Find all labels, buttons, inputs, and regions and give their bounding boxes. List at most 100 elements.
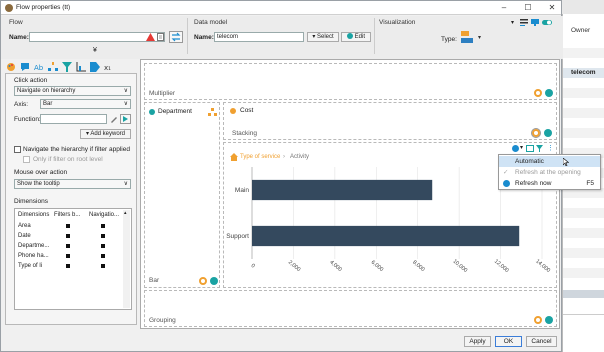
document-icon[interactable] — [157, 33, 164, 41]
department-dimension[interactable]: Department — [158, 108, 192, 115]
stacking-settings-ring-icon[interactable] — [531, 128, 541, 138]
x-tick-label: 2,000 — [287, 260, 301, 273]
minimize-button[interactable]: – — [497, 2, 511, 14]
menu-item-automatic[interactable]: Automatic — [499, 156, 600, 167]
bar[interactable] — [252, 225, 520, 247]
stacking-zone[interactable]: Cost Stacking — [223, 102, 557, 140]
refresh-dropdown-icon[interactable]: ▾ — [520, 144, 523, 151]
chevron-down-icon: ∨ — [123, 88, 128, 94]
flow-name-label: Name: — [9, 34, 29, 41]
table-header: Dimensions — [18, 212, 50, 218]
filter-check-mark[interactable] — [66, 244, 70, 248]
data-model-name-input[interactable]: telecom — [214, 32, 304, 42]
stacking-gear-icon[interactable] — [544, 129, 552, 137]
text-format-icon[interactable]: Ab — [34, 62, 44, 72]
stacking-label: Stacking — [232, 130, 257, 137]
grouping-settings-ring-icon[interactable] — [534, 316, 542, 324]
edit-model-label: Edit — [354, 34, 365, 40]
add-keyword-label: Add keyword — [90, 131, 126, 137]
more-options-icon[interactable]: ⋮ — [547, 144, 554, 152]
mouseover-action-select[interactable]: Show the tooltip ∨ — [14, 179, 131, 189]
axis-icon[interactable] — [76, 62, 86, 72]
multiplier-settings-ring-icon[interactable] — [534, 89, 542, 97]
window-title: Flow properties (tt) — [16, 4, 71, 11]
only-filter-checkbox[interactable] — [23, 156, 30, 163]
axis-label: Axis: — [14, 101, 29, 108]
filter-icon[interactable] — [536, 145, 543, 152]
variable-icon[interactable]: x₁ — [104, 62, 114, 72]
table-row — [563, 88, 604, 98]
click-action-label: Click action — [14, 77, 48, 84]
chevron-down-icon: ∨ — [123, 101, 128, 107]
chevron-down-icon: ∨ — [123, 181, 128, 187]
bar-zone[interactable]: Department Bar — [144, 102, 220, 288]
bar[interactable] — [252, 179, 433, 201]
chart-type-selector[interactable]: ▾ — [461, 29, 485, 47]
bar-gear-icon[interactable] — [210, 277, 218, 285]
multiplier-gear-icon[interactable] — [545, 89, 553, 97]
table-row-selected[interactable]: telecom — [563, 68, 604, 78]
scrollbar[interactable] — [563, 290, 604, 298]
comment-icon[interactable] — [20, 62, 30, 72]
palette-icon[interactable] — [6, 62, 16, 72]
breadcrumb-type-of-service[interactable]: Type of service — [240, 154, 280, 160]
filter-icon[interactable] — [62, 62, 72, 72]
edit-model-button[interactable]: Edit — [341, 32, 371, 42]
edit-function-icon[interactable] — [110, 115, 118, 123]
navigation-check-mark[interactable] — [101, 234, 105, 238]
function-input[interactable] — [40, 114, 107, 124]
navigation-check-mark[interactable] — [101, 244, 105, 248]
data-model-name-label: Name: — [194, 34, 214, 41]
close-button[interactable]: ✕ — [545, 2, 559, 14]
axis-value: Bar — [43, 101, 53, 107]
dimensions-table: Dimensions Filters b... Navigatio... ▴ A… — [14, 208, 132, 310]
scroll-up-icon[interactable]: ▴ — [124, 210, 127, 216]
table-row-label: Area — [18, 223, 31, 229]
menu-item-refresh-now[interactable]: Refresh now F5 — [499, 178, 600, 189]
add-keyword-button[interactable]: ▾ Add keyword — [80, 129, 131, 139]
maximize-button[interactable]: ☐ — [521, 2, 535, 14]
ok-button[interactable]: OK — [495, 336, 522, 347]
tag-icon[interactable] — [90, 62, 100, 72]
svg-text:▾: ▾ — [478, 34, 481, 41]
table-row — [563, 268, 604, 278]
flow-name-input[interactable] — [29, 32, 165, 42]
filter-check-mark[interactable] — [66, 264, 70, 268]
top-settings-bar: Flow Name: ¥ Data model Name: telecom ▾ … — [1, 16, 563, 59]
mouse-cursor-icon — [563, 158, 569, 166]
filter-check-mark[interactable] — [66, 224, 70, 228]
grouping-zone[interactable]: Grouping — [144, 290, 557, 327]
function-apply-button[interactable] — [120, 114, 131, 124]
cancel-button[interactable]: Cancel — [526, 336, 557, 347]
toggle-icon[interactable] — [542, 19, 552, 26]
navigation-check-mark[interactable] — [101, 254, 105, 258]
apply-button[interactable]: Apply — [464, 336, 491, 347]
refresh-icon[interactable] — [512, 145, 519, 152]
multiplier-zone[interactable]: Multiplier — [144, 63, 557, 100]
select-model-button[interactable]: ▾ Select — [307, 32, 339, 42]
swap-button[interactable] — [169, 31, 183, 43]
collapse-chevron-icon[interactable]: ¥ — [93, 47, 97, 54]
hierarchy-icon[interactable] — [48, 62, 58, 72]
scrollbar[interactable]: ▴ — [123, 210, 130, 308]
table-view-icon[interactable] — [526, 145, 534, 152]
menu-item-refresh-at-opening[interactable]: ✓ Refresh at the opening — [499, 167, 600, 178]
monitor-icon[interactable] — [531, 19, 539, 26]
home-icon[interactable] — [230, 153, 238, 161]
grouping-gear-icon[interactable] — [545, 316, 553, 324]
properties-panel: Ab x₁ Click action Navigate on hierarchy… — [5, 59, 137, 325]
click-action-select[interactable]: Navigate on hierarchy ∨ — [14, 86, 131, 96]
bar-settings-ring-icon[interactable] — [199, 277, 207, 285]
list-icon[interactable] — [520, 19, 528, 26]
navigation-check-mark[interactable] — [101, 224, 105, 228]
pin-dropdown-icon[interactable]: ▾ — [511, 19, 514, 26]
cost-measure[interactable]: Cost — [240, 107, 253, 114]
warning-icon — [146, 33, 155, 41]
axis-select[interactable]: Bar ∨ — [40, 99, 131, 109]
filter-check-mark[interactable] — [66, 234, 70, 238]
hierarchy-icon[interactable] — [208, 108, 217, 116]
edit-icon — [346, 33, 353, 39]
navigation-check-mark[interactable] — [101, 264, 105, 268]
filter-check-mark[interactable] — [66, 254, 70, 258]
navigate-hierarchy-checkbox[interactable] — [14, 146, 21, 153]
